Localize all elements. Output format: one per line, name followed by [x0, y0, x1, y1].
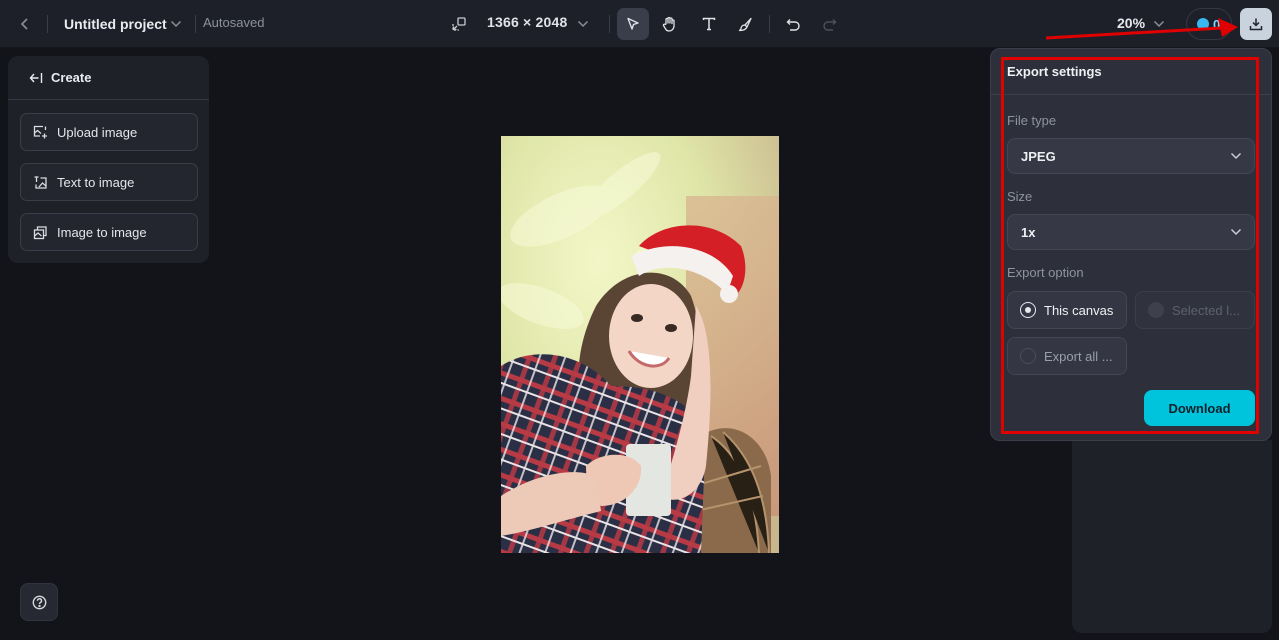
pointer-icon [627, 17, 639, 30]
file-type-value: JPEG [1021, 148, 1056, 164]
chevron-down-icon [1230, 152, 1242, 160]
download-icon [1249, 18, 1263, 31]
file-type-label: File type [1007, 113, 1057, 128]
chevron-left-icon [20, 18, 28, 30]
undo-icon [786, 18, 800, 31]
resize-icon [452, 17, 466, 31]
text-to-image-icon [34, 175, 47, 189]
option-export-all[interactable]: Export all ... [1007, 337, 1127, 375]
chevron-down-icon [577, 20, 589, 28]
project-menu-button[interactable] [168, 15, 184, 33]
divider [609, 15, 610, 33]
credits-count: 0 [1213, 16, 1221, 32]
image-to-image-label: Image to image [57, 224, 147, 240]
credits-badge[interactable]: 0 [1186, 8, 1232, 40]
select-tool[interactable] [617, 8, 649, 40]
hand-tool[interactable] [653, 8, 685, 40]
canvas-size-dropdown[interactable] [575, 15, 591, 33]
upload-image-button[interactable]: Upload image [20, 113, 198, 151]
create-panel: Create Upload image Text to image Image … [8, 56, 209, 263]
size-label: Size [1007, 189, 1033, 204]
brush-icon [738, 17, 752, 31]
canvas-image[interactable] [501, 136, 779, 553]
export-option-label: Export option [1007, 265, 1084, 280]
collapse-left-icon [29, 72, 43, 83]
download-button[interactable]: Download [1144, 390, 1255, 426]
divider [47, 15, 48, 33]
redo-icon [822, 18, 836, 31]
brush-tool[interactable] [729, 8, 761, 40]
option-label: Selected l... [1172, 302, 1240, 318]
text-to-image-button[interactable]: Text to image [20, 163, 198, 201]
divider [195, 15, 196, 33]
help-icon [32, 595, 46, 609]
text-to-image-label: Text to image [57, 174, 135, 190]
chevron-down-icon [170, 20, 182, 28]
radio-unselected-icon [1020, 348, 1036, 364]
chevron-down-icon [1230, 228, 1242, 236]
option-label: This canvas [1044, 302, 1114, 318]
project-title[interactable]: Untitled project [64, 14, 167, 34]
image-to-image-button[interactable]: Image to image [20, 213, 198, 251]
radio-disabled-icon [1148, 302, 1164, 318]
option-selected-layers[interactable]: Selected l... [1135, 291, 1255, 329]
properties-panel [1072, 440, 1272, 633]
radio-selected-icon [1020, 302, 1036, 318]
upload-image-icon [33, 125, 47, 138]
back-button[interactable] [14, 12, 36, 36]
help-button[interactable] [20, 583, 58, 621]
text-tool[interactable] [693, 8, 725, 40]
top-toolbar: Untitled project Autosaved 1366 × 2048 2… [0, 0, 1279, 48]
chevron-down-icon [1153, 20, 1165, 28]
upload-image-label: Upload image [57, 124, 138, 140]
size-select[interactable]: 1x [1007, 214, 1255, 250]
divider [769, 15, 770, 33]
text-icon [702, 17, 716, 31]
file-type-select[interactable]: JPEG [1007, 138, 1255, 174]
zoom-dropdown[interactable] [1151, 15, 1167, 33]
export-settings-panel: Export settings File type JPEG Size 1x E… [990, 48, 1272, 441]
export-button[interactable] [1240, 8, 1272, 40]
resize-button[interactable] [450, 14, 468, 34]
save-status: Autosaved [203, 15, 265, 30]
hand-icon [662, 16, 675, 32]
canvas-size[interactable]: 1366 × 2048 [487, 14, 567, 30]
credits-icon [1197, 18, 1209, 30]
photo-woman-santa-hat [501, 136, 779, 553]
redo-button[interactable] [813, 8, 845, 40]
create-panel-title: Create [51, 70, 92, 85]
zoom-level[interactable]: 20% [1117, 15, 1145, 31]
image-to-image-icon [33, 225, 47, 239]
divider [991, 94, 1271, 95]
create-panel-header[interactable]: Create [8, 56, 209, 100]
option-label: Export all ... [1044, 348, 1113, 364]
size-value: 1x [1021, 224, 1036, 240]
undo-button[interactable] [777, 8, 809, 40]
option-this-canvas[interactable]: This canvas [1007, 291, 1127, 329]
export-settings-title: Export settings [1007, 64, 1102, 79]
